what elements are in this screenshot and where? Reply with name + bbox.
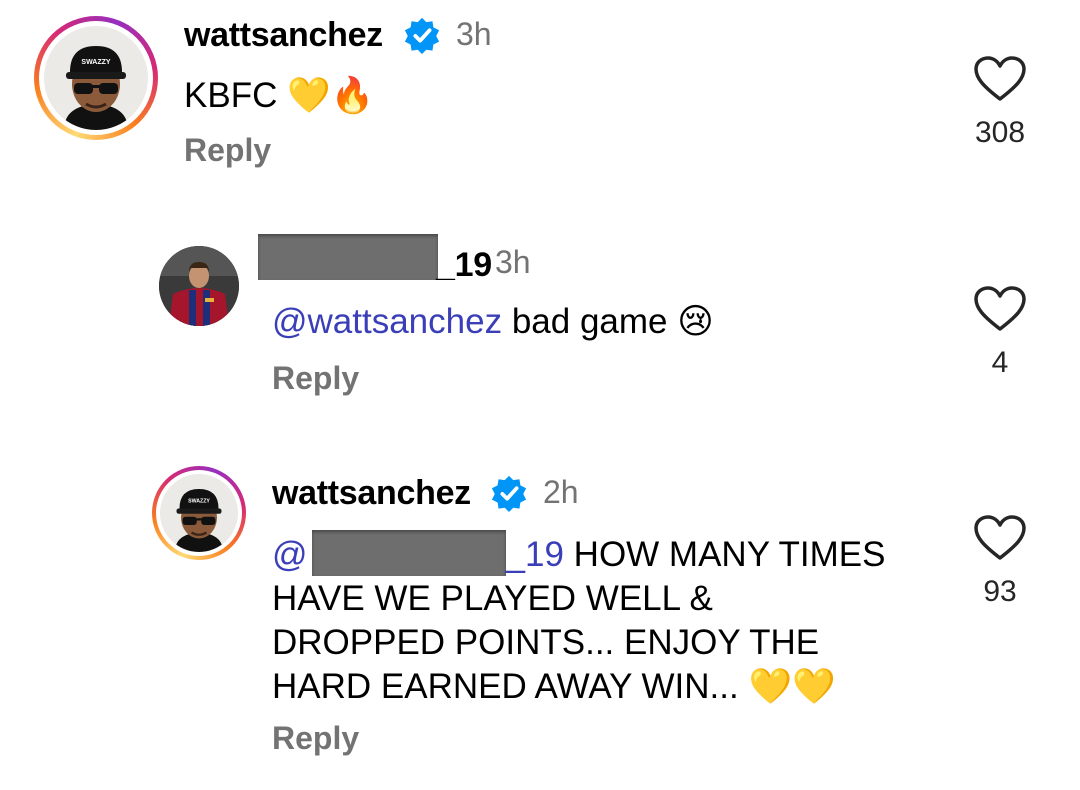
- cap-text: SWAZZY: [188, 499, 210, 505]
- like-count[interactable]: 4: [960, 346, 1040, 380]
- comment-emoji: 😢: [677, 302, 714, 341]
- story-ring[interactable]: SWAZZY: [152, 466, 246, 560]
- comment-line-3: DROPPED POINTS... ENJOY THE: [272, 623, 820, 662]
- comment-time: 3h: [495, 244, 531, 280]
- comment-username[interactable]: wattsanchez: [272, 474, 471, 513]
- comment-text: KBFC 💛🔥: [184, 74, 374, 118]
- avatar: SWAZZY: [160, 474, 238, 552]
- comment-time: 2h: [543, 474, 579, 510]
- comment-line-1: @ _19 HOW MANY TIMES: [272, 530, 932, 577]
- mention-suffix[interactable]: _19: [506, 535, 564, 574]
- heart-outline-icon[interactable]: [973, 286, 1027, 332]
- mention-prefix[interactable]: @: [272, 535, 308, 574]
- comment-line-4: HARD EARNED AWAY WIN... 💛💛: [272, 665, 932, 709]
- memoji-avatar-icon: SWAZZY: [175, 489, 223, 552]
- comment-body: bad game: [511, 302, 668, 341]
- verified-badge-icon: [404, 17, 440, 54]
- comment-time: 3h: [456, 16, 492, 52]
- reply-button[interactable]: Reply: [272, 360, 359, 397]
- comment-username-suffix[interactable]: _19: [436, 246, 492, 285]
- redacted-username: [258, 234, 438, 280]
- like-count[interactable]: 93: [960, 575, 1040, 609]
- reply-button[interactable]: Reply: [272, 720, 359, 757]
- comment-body: KBFC: [184, 76, 278, 115]
- comment-line-2: HAVE WE PLAYED WELL &: [272, 579, 713, 618]
- comment-username[interactable]: wattsanchez: [184, 16, 383, 55]
- heart-outline-icon[interactable]: [973, 56, 1027, 102]
- redacted-mention: [311, 530, 506, 576]
- avatar: SWAZZY: [44, 26, 148, 130]
- like-count[interactable]: 308: [960, 116, 1040, 150]
- verified-badge-icon: [491, 475, 527, 512]
- comment-text: @wattsanchez bad game 😢: [272, 300, 714, 344]
- story-ring[interactable]: SWAZZY: [34, 16, 158, 140]
- cap-text: SWAZZY: [81, 59, 110, 66]
- comment-emoji: 💛💛: [748, 667, 836, 706]
- comment-body-line-4: HARD EARNED AWAY WIN...: [272, 667, 739, 706]
- memoji-avatar-icon: SWAZZY: [64, 46, 128, 130]
- player-photo-icon: [159, 246, 239, 326]
- mention-link[interactable]: @wattsanchez: [272, 302, 502, 341]
- comment-body-line-1: HOW MANY TIMES: [573, 535, 886, 574]
- avatar[interactable]: [159, 246, 239, 326]
- comment-text: @ _19 HOW MANY TIMES HAVE WE PLAYED WELL …: [272, 530, 932, 709]
- heart-outline-icon[interactable]: [973, 515, 1027, 561]
- reply-button[interactable]: Reply: [184, 132, 271, 169]
- comment-emoji: 💛🔥: [287, 76, 375, 115]
